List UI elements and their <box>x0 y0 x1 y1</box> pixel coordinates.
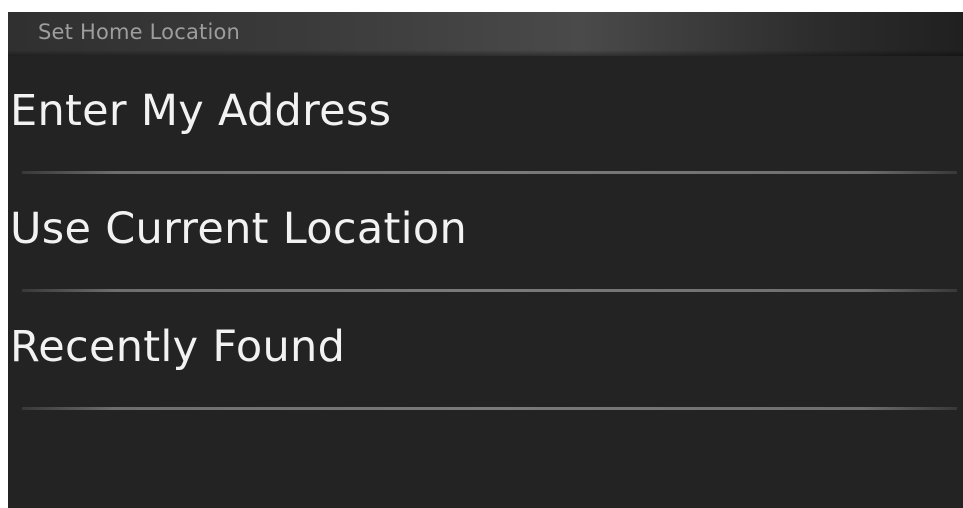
menu-item-use-current-location[interactable]: Use Current Location <box>8 174 963 292</box>
menu-item-enter-my-address[interactable]: Enter My Address <box>8 56 963 174</box>
title-bar: Set Home Location <box>8 12 963 56</box>
menu-item-label: Use Current Location <box>10 204 468 254</box>
nav-screen: Set Home Location Enter My Address Use C… <box>8 12 963 508</box>
menu-list: Enter My Address Use Current Location Re… <box>8 56 963 410</box>
menu-item-label: Enter My Address <box>10 86 392 136</box>
menu-item-recently-found[interactable]: Recently Found <box>8 292 963 410</box>
menu-item-label: Recently Found <box>10 322 346 372</box>
screen-title: Set Home Location <box>38 20 241 44</box>
divider <box>22 407 957 410</box>
